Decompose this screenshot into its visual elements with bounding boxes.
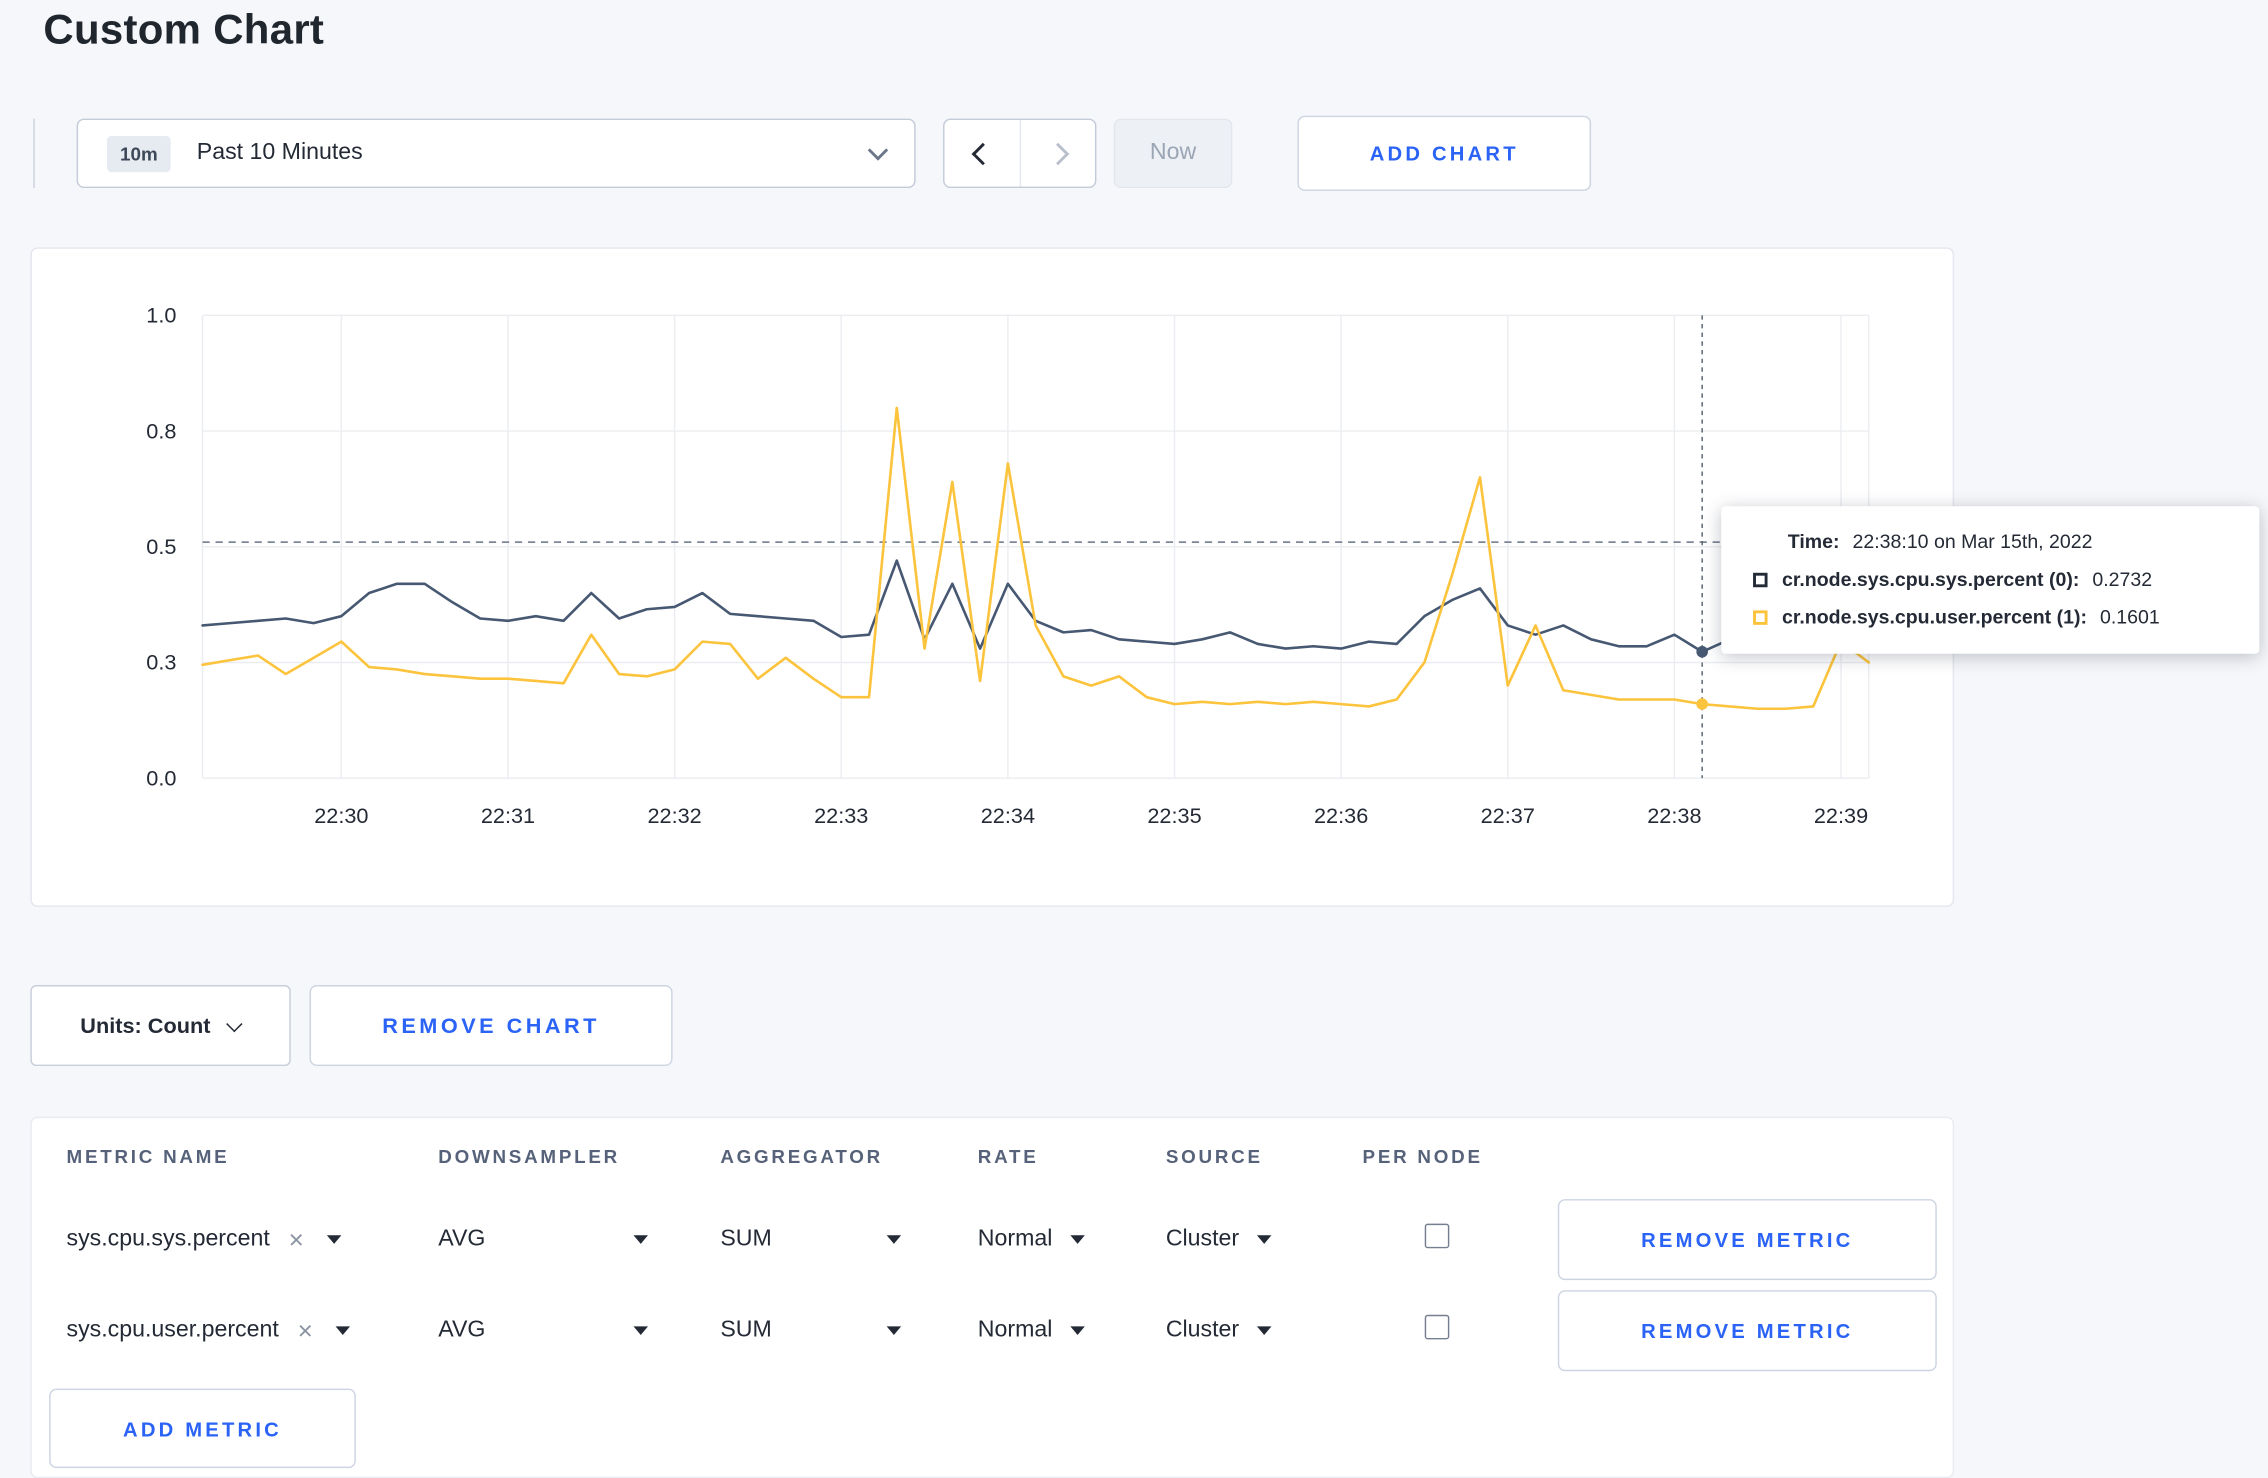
rate-value: Normal — [977, 1316, 1053, 1342]
rate-value: Normal — [977, 1225, 1053, 1251]
time-range-label: Past 10 Minutes — [196, 140, 363, 165]
metric-row: sys.cpu.user.percent × AVG SUM Normal Cl… — [32, 1284, 1953, 1375]
page-title: Custom Chart — [43, 7, 325, 54]
per-node-checkbox[interactable] — [1424, 1222, 1450, 1248]
svg-text:22:35: 22:35 — [1147, 803, 1201, 828]
downsampler-value: AVG — [438, 1225, 486, 1251]
svg-text:1.0: 1.0 — [146, 303, 176, 328]
caret-down-icon — [335, 1325, 351, 1335]
add-metric-button[interactable]: ADD METRIC — [49, 1388, 356, 1469]
remove-chart-button[interactable]: REMOVE CHART — [309, 985, 673, 1067]
caret-down-icon — [1256, 1325, 1271, 1335]
chart-tooltip: Time: 22:38:10 on Mar 15th, 2022 cr.node… — [1721, 506, 2260, 654]
tooltip-time-value: 22:38:10 on Mar 15th, 2022 — [1852, 530, 2093, 553]
aggregator-value: SUM — [720, 1225, 772, 1251]
tooltip-series-label: cr.node.sys.cpu.sys.percent (0): — [1782, 568, 2080, 591]
rate-select[interactable]: Normal — [921, 1226, 1109, 1252]
add-chart-button[interactable]: ADD CHART — [1297, 115, 1592, 191]
aggregator-select[interactable]: SUM — [668, 1317, 921, 1343]
svg-text:22:39: 22:39 — [1814, 803, 1868, 828]
toolbar-divider — [33, 118, 35, 189]
chevron-down-icon — [226, 1015, 244, 1032]
svg-text:22:33: 22:33 — [814, 803, 868, 828]
svg-text:22:30: 22:30 — [314, 803, 368, 828]
source-select[interactable]: Cluster — [1109, 1317, 1312, 1343]
svg-text:22:37: 22:37 — [1481, 803, 1535, 828]
svg-text:0.8: 0.8 — [146, 418, 176, 443]
svg-text:22:31: 22:31 — [481, 803, 535, 828]
chart-card: 0.0 0.3 0.5 0.8 1.0 22:30 22:31 22:32 22:33 22:34… — [30, 247, 1956, 909]
time-range-badge: 10m — [107, 135, 171, 172]
metrics-table: METRIC NAME DOWNSAMPLER AGGREGATOR RATE … — [30, 1116, 1955, 1478]
caret-down-icon — [1069, 1234, 1085, 1244]
chevron-down-icon — [867, 139, 889, 160]
metric-row: sys.cpu.sys.percent × AVG SUM Normal Clu… — [32, 1193, 1953, 1284]
col-header-aggregator: AGGREGATOR — [720, 1144, 883, 1167]
source-value: Cluster — [1165, 1225, 1240, 1251]
rate-select[interactable]: Normal — [921, 1317, 1109, 1343]
remove-metric-button[interactable]: REMOVE METRIC — [1557, 1198, 1937, 1280]
tooltip-series-row: cr.node.sys.cpu.user.percent (1): 0.1601 — [1753, 606, 2233, 628]
svg-text:0.3: 0.3 — [146, 650, 176, 675]
caret-down-icon — [326, 1234, 342, 1244]
caret-down-icon — [633, 1325, 649, 1335]
col-header-metric-name: METRIC NAME — [66, 1144, 230, 1167]
caret-down-icon — [886, 1234, 902, 1244]
aggregator-select[interactable]: SUM — [668, 1226, 921, 1252]
custom-chart-page: Custom Chart 10m Past 10 Minutes Now ADD… — [0, 0, 2268, 1478]
svg-text:22:32: 22:32 — [647, 803, 701, 828]
series-color-swatch — [1753, 609, 1768, 625]
prev-range-button[interactable] — [945, 120, 1020, 187]
col-header-rate: RATE — [977, 1144, 1039, 1167]
downsampler-select[interactable]: AVG — [393, 1317, 668, 1343]
source-select[interactable]: Cluster — [1109, 1226, 1312, 1252]
tooltip-series-row: cr.node.sys.cpu.sys.percent (0): 0.2732 — [1753, 568, 2233, 590]
downsampler-value: AVG — [438, 1316, 486, 1342]
caret-down-icon — [886, 1325, 902, 1335]
svg-text:0.5: 0.5 — [146, 534, 176, 559]
caret-down-icon — [1256, 1234, 1271, 1244]
now-button[interactable]: Now — [1113, 118, 1233, 189]
svg-text:22:34: 22:34 — [981, 803, 1035, 828]
clear-metric-icon[interactable]: × — [298, 1317, 313, 1343]
metric-name: sys.cpu.user.percent — [66, 1316, 279, 1342]
time-range-nav — [943, 118, 1097, 189]
col-header-per-node: PER NODE — [1362, 1144, 1483, 1167]
tooltip-series-value: 0.2732 — [2092, 568, 2153, 591]
aggregator-value: SUM — [720, 1316, 772, 1342]
metric-name-select[interactable]: sys.cpu.user.percent × — [32, 1317, 394, 1343]
table-header: METRIC NAME DOWNSAMPLER AGGREGATOR RATE … — [32, 1118, 1953, 1193]
caret-down-icon — [633, 1234, 649, 1244]
chevron-left-icon — [970, 142, 994, 165]
svg-text:22:36: 22:36 — [1314, 803, 1368, 828]
tooltip-series-label: cr.node.sys.cpu.user.percent (1): — [1782, 606, 2087, 628]
tooltip-time-label: Time: — [1787, 530, 1840, 553]
metrics-chart[interactable]: 0.0 0.3 0.5 0.8 1.0 22:30 22:31 22:32 22:33 22:34… — [32, 249, 1956, 909]
next-range-button[interactable] — [1019, 120, 1095, 187]
caret-down-icon — [1069, 1325, 1085, 1335]
source-value: Cluster — [1165, 1316, 1240, 1342]
tooltip-series-value: 0.1601 — [2099, 606, 2160, 628]
series-color-swatch — [1753, 572, 1768, 587]
col-header-downsampler: DOWNSAMPLER — [438, 1144, 620, 1167]
svg-text:0.0: 0.0 — [146, 765, 176, 790]
metric-name-select[interactable]: sys.cpu.sys.percent × — [32, 1226, 394, 1252]
col-header-source: SOURCE — [1165, 1144, 1263, 1167]
tooltip-time-row: Time: 22:38:10 on Mar 15th, 2022 — [1788, 531, 2234, 553]
time-range-select[interactable]: 10m Past 10 Minutes — [76, 118, 916, 189]
units-select[interactable]: Units: Count — [30, 985, 291, 1067]
remove-metric-button[interactable]: REMOVE METRIC — [1557, 1289, 1937, 1371]
metric-name: sys.cpu.sys.percent — [66, 1225, 270, 1251]
clear-metric-icon[interactable]: × — [289, 1226, 304, 1252]
downsampler-select[interactable]: AVG — [393, 1226, 668, 1252]
per-node-checkbox[interactable] — [1424, 1314, 1450, 1339]
chevron-right-icon — [1046, 142, 1070, 165]
units-label: Units: Count — [80, 1013, 211, 1038]
svg-text:22:38: 22:38 — [1647, 803, 1701, 828]
